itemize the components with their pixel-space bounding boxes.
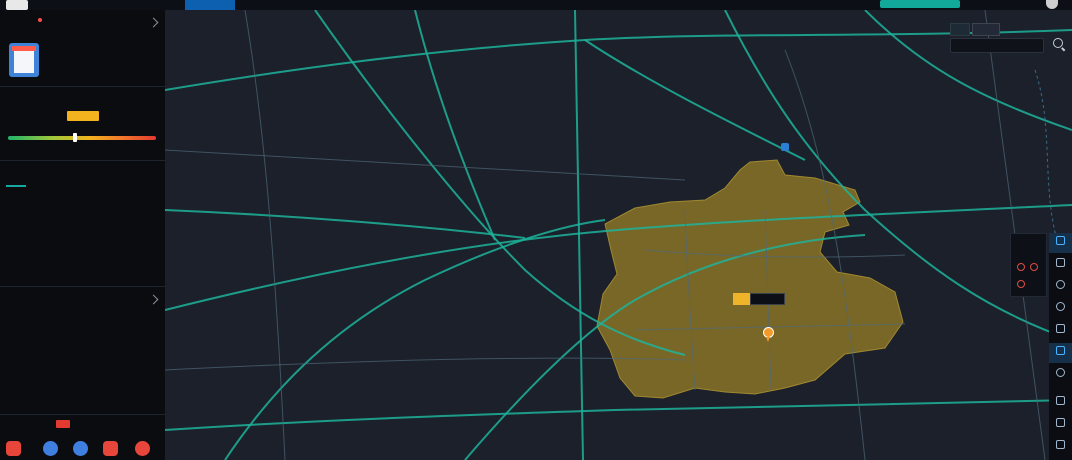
table-row[interactable] <box>0 228 165 243</box>
table-row[interactable] <box>0 359 165 374</box>
map-style-normal-button[interactable] <box>950 23 970 36</box>
map-style-controls <box>950 23 1063 53</box>
city-name-label <box>750 293 785 305</box>
data-filter-popup <box>1010 233 1047 297</box>
rail-item-heat[interactable] <box>1049 365 1072 385</box>
rail-item-mark[interactable] <box>1049 415 1072 435</box>
nav-tab-analysis[interactable] <box>245 0 295 10</box>
amap-logo-icon <box>6 0 28 10</box>
table-row[interactable] <box>0 389 165 404</box>
bar-chart-icon <box>1056 258 1065 267</box>
table-row[interactable] <box>0 374 165 389</box>
table-row[interactable] <box>0 213 165 228</box>
divider <box>0 160 165 161</box>
flag-icon <box>1056 418 1065 427</box>
congestion-gauge-marker <box>72 133 77 142</box>
nav-tab-alerts[interactable] <box>305 0 360 10</box>
divider <box>0 286 165 287</box>
congestion-index-value <box>37 107 63 123</box>
nav-tab-management[interactable] <box>485 0 540 10</box>
road-warning-icon[interactable] <box>73 441 88 456</box>
special-topic-icons <box>6 441 161 460</box>
winter-special-title <box>8 420 52 430</box>
rail-item-draw[interactable] <box>1049 393 1072 413</box>
congestion-level-badge <box>67 111 99 121</box>
recent-reports-title <box>8 294 56 304</box>
reports-table-header <box>0 314 165 329</box>
map-style-dark-button[interactable] <box>972 23 1000 36</box>
average-speed-value <box>37 142 77 156</box>
congestion-zone <box>596 159 904 399</box>
realtime-status-section <box>0 90 165 160</box>
daily-report-title[interactable] <box>46 44 96 54</box>
rail-item-weather[interactable] <box>1049 299 1072 319</box>
unread-dot-icon <box>38 18 42 22</box>
rail-item-road-status[interactable] <box>1049 343 1072 363</box>
new-badge <box>56 420 70 428</box>
map-layer-rail <box>1049 233 1072 460</box>
rail-item-measure[interactable] <box>1049 437 1072 457</box>
yoy-change-value <box>128 111 156 121</box>
table-row[interactable] <box>0 344 165 359</box>
rail-item-events[interactable] <box>1049 277 1072 297</box>
chevron-right-icon[interactable] <box>148 17 159 28</box>
map-canvas[interactable] <box>165 10 1072 460</box>
event-icon <box>1056 280 1065 289</box>
chevron-right-icon[interactable] <box>148 294 159 305</box>
city-index-value <box>733 293 750 305</box>
big-screen-button[interactable] <box>880 0 960 8</box>
divider <box>0 414 165 415</box>
filter-dot-icon[interactable] <box>1017 263 1025 271</box>
grid-icon <box>1056 236 1065 245</box>
rail-item-statistics[interactable] <box>1049 255 1072 275</box>
user-avatar-icon[interactable] <box>1046 0 1058 9</box>
city-congestion-tag[interactable] <box>733 293 785 305</box>
table-row[interactable] <box>0 329 165 344</box>
daily-report-thumbnail[interactable] <box>9 43 39 77</box>
map-layer <box>165 10 1072 460</box>
ranking-table-header <box>0 183 165 198</box>
announcement-section <box>0 10 165 85</box>
camera-icon <box>1056 324 1065 333</box>
train-station-icon[interactable] <box>781 143 789 151</box>
filter-dot-icon[interactable] <box>1017 280 1025 288</box>
table-row[interactable] <box>0 258 165 273</box>
video-icon[interactable] <box>6 441 21 456</box>
map-pin-icon[interactable] <box>763 327 774 342</box>
nav-tab-publish[interactable] <box>365 0 420 10</box>
pen-icon <box>1056 396 1065 405</box>
road-search-input[interactable] <box>950 38 1044 53</box>
rail-item-devices[interactable] <box>1049 321 1072 341</box>
search-icon[interactable] <box>1053 38 1063 48</box>
account-menu[interactable] <box>965 0 1040 10</box>
nav-tab-home[interactable] <box>185 0 235 10</box>
divider <box>0 86 165 87</box>
snowflake-icon[interactable] <box>135 441 150 456</box>
document-icon[interactable] <box>103 441 118 456</box>
nav-tab-statistics[interactable] <box>425 0 480 10</box>
left-sidebar <box>0 10 166 460</box>
rail-item-congestion[interactable] <box>1049 233 1072 253</box>
table-row[interactable] <box>0 198 165 213</box>
play-icon <box>1056 368 1065 377</box>
ruler-icon <box>1056 440 1065 449</box>
road-icon <box>1056 346 1065 355</box>
filter-dot-icon[interactable] <box>1030 263 1038 271</box>
top-navigation-bar <box>0 0 1072 10</box>
table-row[interactable] <box>0 243 165 258</box>
congestion-gauge-bar <box>8 136 156 140</box>
cloud-icon[interactable] <box>43 441 58 456</box>
realtime-status-title <box>8 94 50 104</box>
sun-icon <box>1056 302 1065 311</box>
